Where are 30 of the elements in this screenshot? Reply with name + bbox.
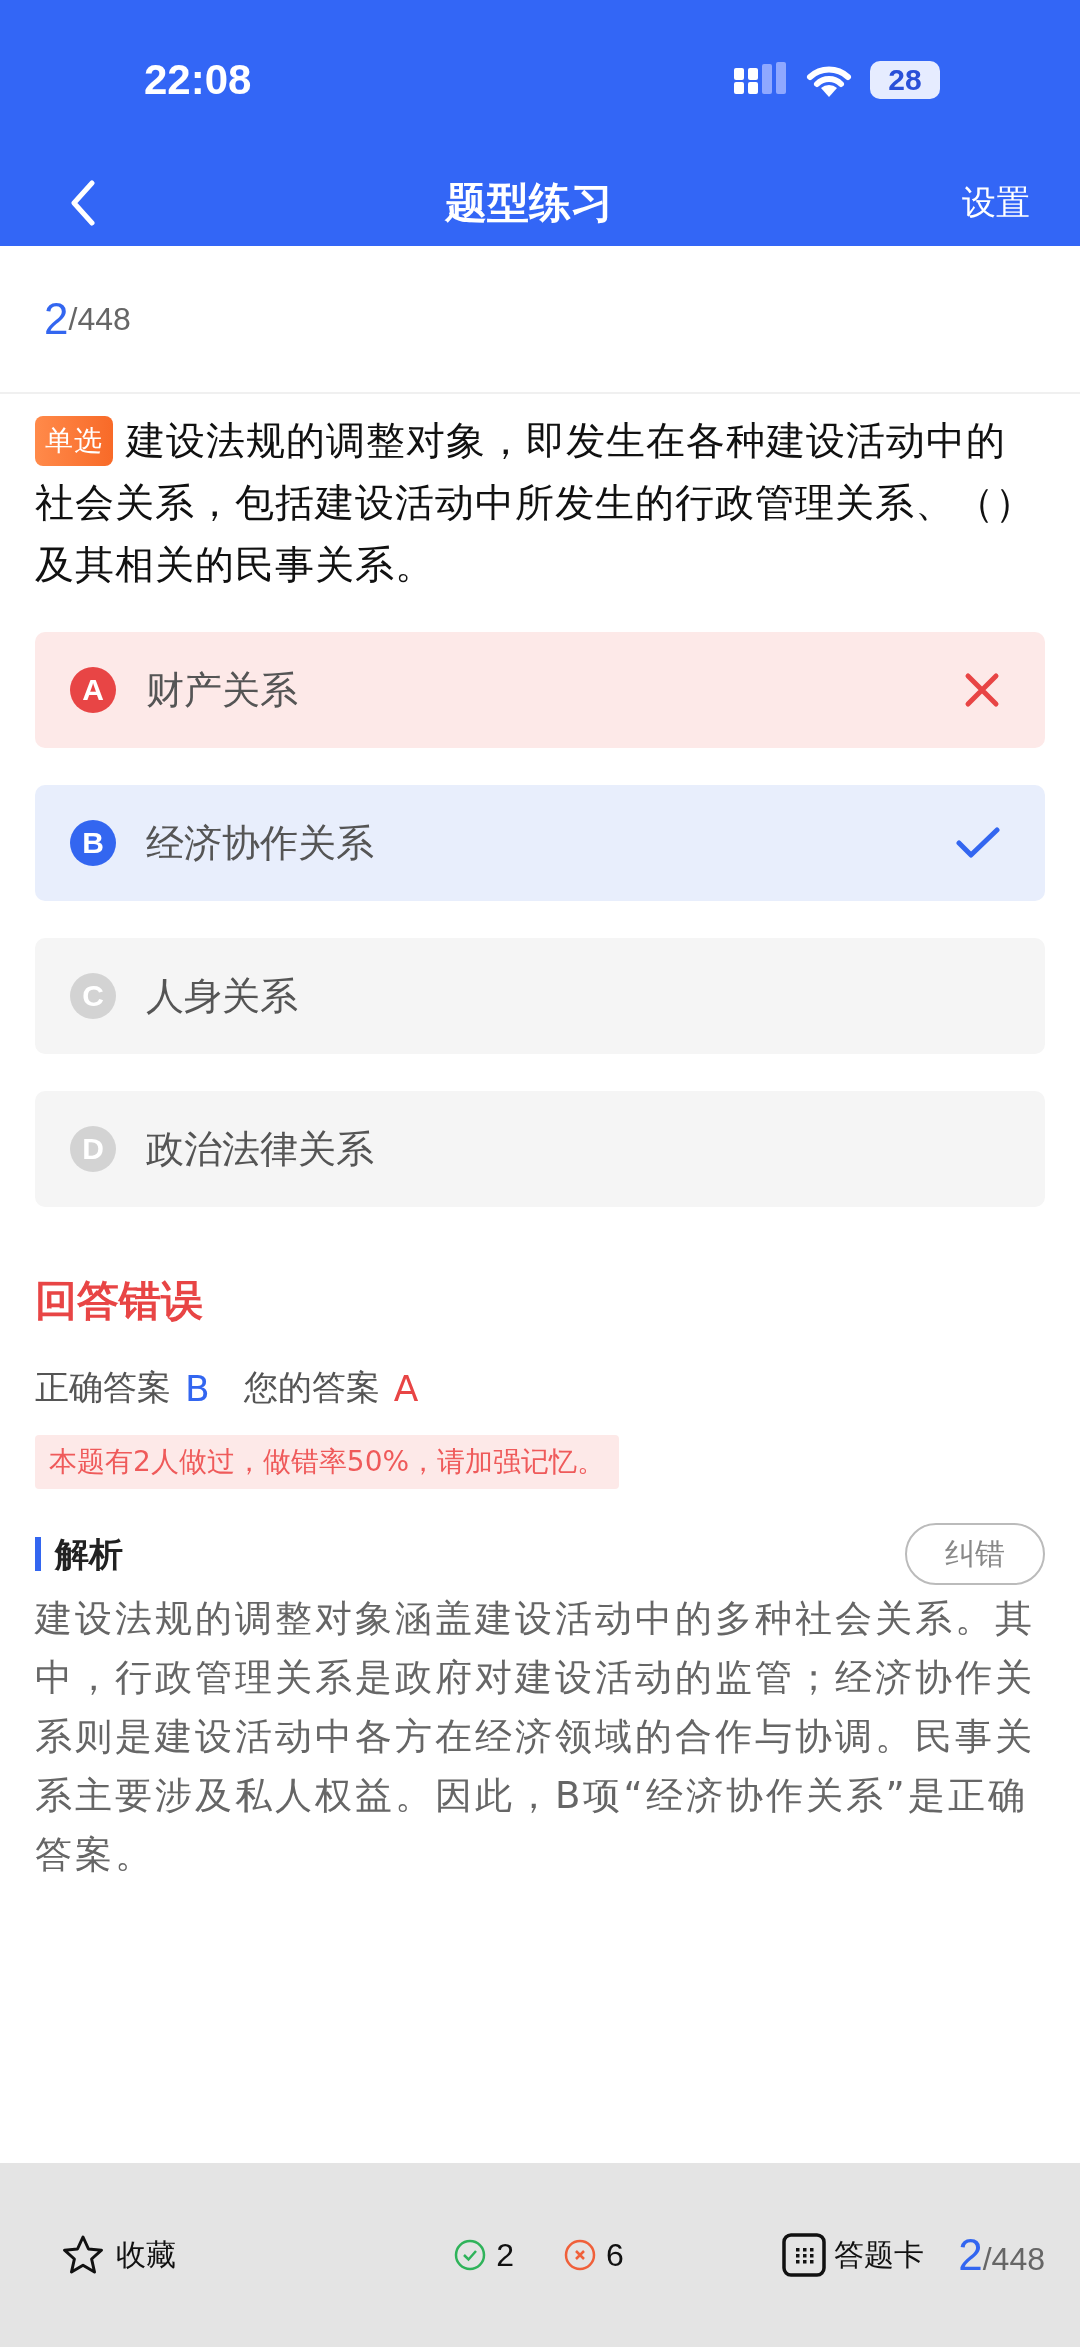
star-icon[interactable] [62,2235,104,2275]
correct-count: 2 [496,2236,515,2274]
page-title: 题型练习 [445,177,613,229]
wrong-count: 6 [606,2236,624,2274]
result-title: 回答错误 [35,1275,204,1327]
answer-option[interactable]: B 经济协作关系 [35,785,1045,901]
question-counter: 2/448 [957,2230,1045,2280]
answer-option[interactable]: A 财产关系 [35,632,1045,748]
analysis-text: 建设法规的调整对象涵盖建设活动中的多种社会关系。其中，行政管理关系是政府对建设活动的监管；经济协作关系则是建设活动中各方在经济领域的合作与协调。民事关系主要涉及私人权益。因此，B项“经济协作关系”是正确答案。 [35,1596,1036,1878]
your-answer-value: A [393,1367,419,1409]
battery-icon: 28 [870,61,940,99]
grid-icon[interactable] [782,2233,827,2277]
correct-answer-value: B [185,1367,210,1409]
back-icon[interactable] [70,180,96,226]
error-rate-notice: 本题有2人做过，做错率50%，请加强记忆。 [35,1435,620,1489]
your-answer-label: 您的答案 [243,1366,380,1409]
report-error-button[interactable]: 纠错 [905,1523,1045,1585]
question-type-tag: 单选 [35,416,113,466]
question-text: 单选 建设法规的调整对象，即发生在各种建设活动中的社会关系，包括建设活动中所发生的行政管理关系、（）及其相关的民事关系。 [35,415,1036,589]
settings-button[interactable]: 设置 [962,180,1030,226]
check-circle-icon [454,2239,487,2271]
answer-card-label[interactable]: 答题卡 [834,2234,925,2276]
favorite-label[interactable]: 收藏 [116,2234,176,2276]
question-counter: 2/448 [0,246,1080,394]
analysis-title: 解析 [35,1537,123,1571]
cross-icon [964,672,1000,708]
cross-circle-icon [564,2239,597,2271]
correct-answer-label: 正确答案 [35,1366,171,1409]
check-icon [956,827,1000,859]
status-time: 22:08 [144,56,252,104]
